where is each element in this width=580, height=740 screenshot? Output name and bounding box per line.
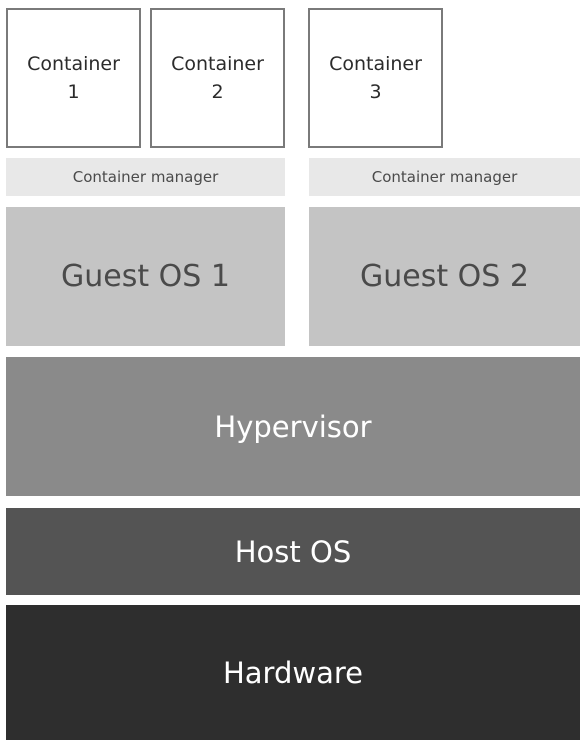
host-os-label: Host OS	[234, 534, 352, 569]
container-3-number: 3	[369, 81, 382, 103]
guest-os-2-label: Guest OS 2	[360, 259, 529, 294]
hypervisor-label: Hypervisor	[214, 409, 372, 444]
container-1-box: Container 1	[6, 8, 141, 148]
host-os-layer: Host OS	[6, 508, 580, 595]
container-manager-1: Container manager	[6, 158, 285, 196]
guest-os-1: Guest OS 1	[6, 207, 285, 346]
container-manager-2: Container manager	[309, 158, 580, 196]
container-manager-2-label: Container manager	[371, 168, 518, 186]
guest-os-1-label: Guest OS 1	[61, 259, 230, 294]
hardware-layer: Hardware	[6, 605, 580, 740]
container-2-number: 2	[211, 81, 224, 103]
container-2-label: Container	[171, 53, 264, 75]
container-3-label: Container	[329, 53, 422, 75]
container-1-number: 1	[67, 81, 80, 103]
container-3-box: Container 3	[308, 8, 443, 148]
hardware-label: Hardware	[222, 655, 363, 690]
container-2-box: Container 2	[150, 8, 285, 148]
guest-os-2: Guest OS 2	[309, 207, 580, 346]
container-manager-1-label: Container manager	[72, 168, 219, 186]
container-1-label: Container	[27, 53, 120, 75]
hypervisor-layer: Hypervisor	[6, 357, 580, 496]
